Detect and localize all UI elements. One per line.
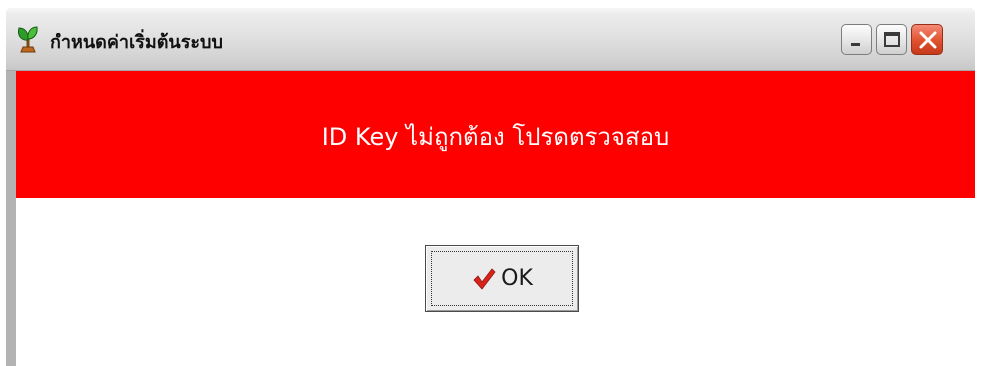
maximize-button[interactable] (876, 24, 907, 55)
window-title: กำหนดค่าเริ่มต้นระบบ (50, 32, 223, 53)
ok-button[interactable]: OK (425, 245, 579, 312)
minimize-icon (851, 43, 860, 46)
dialog-window: กำหนดค่าเริ่มต้นระบบ ID Key ไม่ถูกต้อง โ… (6, 8, 975, 366)
title-bar[interactable]: กำหนดค่าเริ่มต้นระบบ (6, 8, 975, 71)
close-icon (919, 31, 937, 49)
close-button[interactable] (911, 24, 943, 55)
ok-button-label: OK (501, 266, 533, 291)
sprout-icon (15, 25, 41, 53)
error-message: ID Key ไม่ถูกต้อง โปรดตรวจสอบ (321, 123, 670, 151)
maximize-icon (884, 32, 900, 47)
error-banner: ID Key ไม่ถูกต้อง โปรดตรวจสอบ (16, 71, 975, 198)
minimize-button[interactable] (841, 24, 872, 55)
dialog-content: OK (16, 198, 975, 366)
checkmark-icon (473, 267, 496, 290)
